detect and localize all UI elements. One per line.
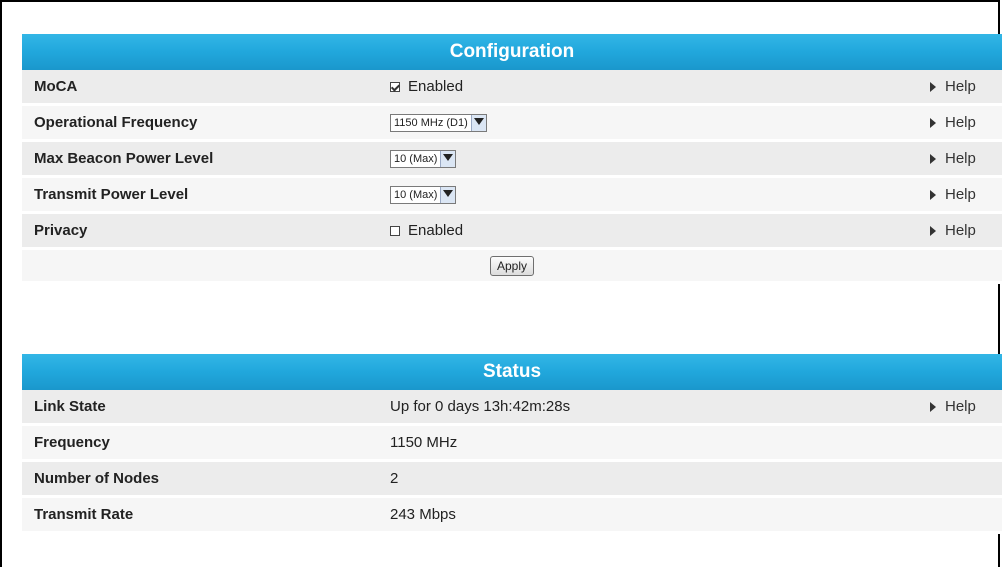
max-beacon-power-level-value: 10 (Max) — [390, 149, 930, 168]
privacy-row: Privacy Enabled Help — [22, 214, 1002, 250]
operational-frequency-help-link[interactable]: Help — [930, 114, 1002, 131]
status-header: Status — [22, 354, 1002, 390]
transmit-power-level-select[interactable]: 10 (Max) — [390, 185, 457, 204]
chevron-down-icon[interactable] — [440, 150, 456, 167]
moca-value: Enabled — [390, 78, 930, 95]
privacy-enabled-checkbox[interactable] — [390, 225, 400, 236]
triangle-right-icon — [930, 401, 936, 412]
max-beacon-power-level-label: Max Beacon Power Level — [34, 150, 214, 167]
transmit-power-level-label: Transmit Power Level — [34, 186, 189, 203]
frequency-row: Frequency 1150 MHz — [22, 426, 1002, 462]
transmit-power-level-value: 10 (Max) — [390, 185, 930, 204]
privacy-value: Enabled — [390, 222, 930, 239]
link-state-help-link[interactable]: Help — [930, 398, 1002, 415]
operational-frequency-selected: 1150 MHz (D1) — [394, 116, 468, 129]
privacy-help-link[interactable]: Help — [930, 222, 1002, 239]
link-state-label: Link State — [34, 398, 106, 415]
help-label: Help — [945, 150, 976, 167]
help-label: Help — [945, 186, 976, 203]
frequency-value: 1150 MHz — [390, 434, 458, 451]
triangle-right-icon — [930, 153, 936, 164]
triangle-right-icon — [930, 225, 936, 236]
moca-enabled-label: Enabled — [408, 78, 464, 95]
moca-help-link[interactable]: Help — [930, 78, 1002, 95]
max-beacon-power-level-help-link[interactable]: Help — [930, 150, 1002, 167]
help-label: Help — [945, 398, 976, 415]
operational-frequency-label: Operational Frequency — [34, 114, 198, 131]
chevron-down-icon[interactable] — [440, 186, 456, 203]
number-of-nodes-label: Number of Nodes — [34, 470, 160, 487]
triangle-right-icon — [930, 117, 936, 128]
moca-enabled-checkbox[interactable] — [390, 81, 400, 92]
privacy-enabled-label: Enabled — [408, 222, 464, 239]
transmit-power-level-row: Transmit Power Level 10 (Max) Help — [22, 178, 1002, 214]
apply-button[interactable]: Apply — [489, 255, 535, 276]
transmit-rate-value: 243 Mbps — [390, 506, 456, 523]
triangle-right-icon — [930, 189, 936, 200]
max-beacon-power-level-select[interactable]: 10 (Max) — [390, 149, 457, 168]
help-label: Help — [945, 78, 976, 95]
help-label: Help — [945, 222, 976, 239]
configuration-panel: Configuration MoCA Enabled Help Operatio… — [22, 34, 1002, 284]
status-panel: Status Link State Up for 0 days 13h:42m:… — [22, 354, 1002, 534]
link-state-row: Link State Up for 0 days 13h:42m:28s Hel… — [22, 390, 1002, 426]
moca-label: MoCA — [34, 78, 78, 95]
help-label: Help — [945, 114, 976, 131]
configuration-header: Configuration — [22, 34, 1002, 70]
link-state-value: Up for 0 days 13h:42m:28s — [390, 398, 571, 415]
triangle-right-icon — [930, 81, 936, 92]
operational-frequency-select[interactable]: 1150 MHz (D1) — [390, 113, 487, 132]
moca-row: MoCA Enabled Help — [22, 70, 1002, 106]
frequency-label: Frequency — [34, 434, 110, 451]
chevron-down-icon[interactable] — [470, 114, 486, 131]
max-beacon-power-level-selected: 10 (Max) — [394, 152, 438, 165]
operational-frequency-row: Operational Frequency 1150 MHz (D1) Help — [22, 106, 1002, 142]
transmit-power-level-help-link[interactable]: Help — [930, 186, 1002, 203]
operational-frequency-value: 1150 MHz (D1) — [390, 113, 930, 132]
privacy-label: Privacy — [34, 222, 88, 239]
transmit-rate-label: Transmit Rate — [34, 506, 134, 523]
number-of-nodes-row: Number of Nodes 2 — [22, 462, 1002, 498]
max-beacon-power-level-row: Max Beacon Power Level 10 (Max) Help — [22, 142, 1002, 178]
apply-row: Apply — [22, 250, 1002, 284]
number-of-nodes-value: 2 — [390, 470, 399, 487]
transmit-rate-row: Transmit Rate 243 Mbps — [22, 498, 1002, 534]
transmit-power-level-selected: 10 (Max) — [394, 188, 438, 201]
